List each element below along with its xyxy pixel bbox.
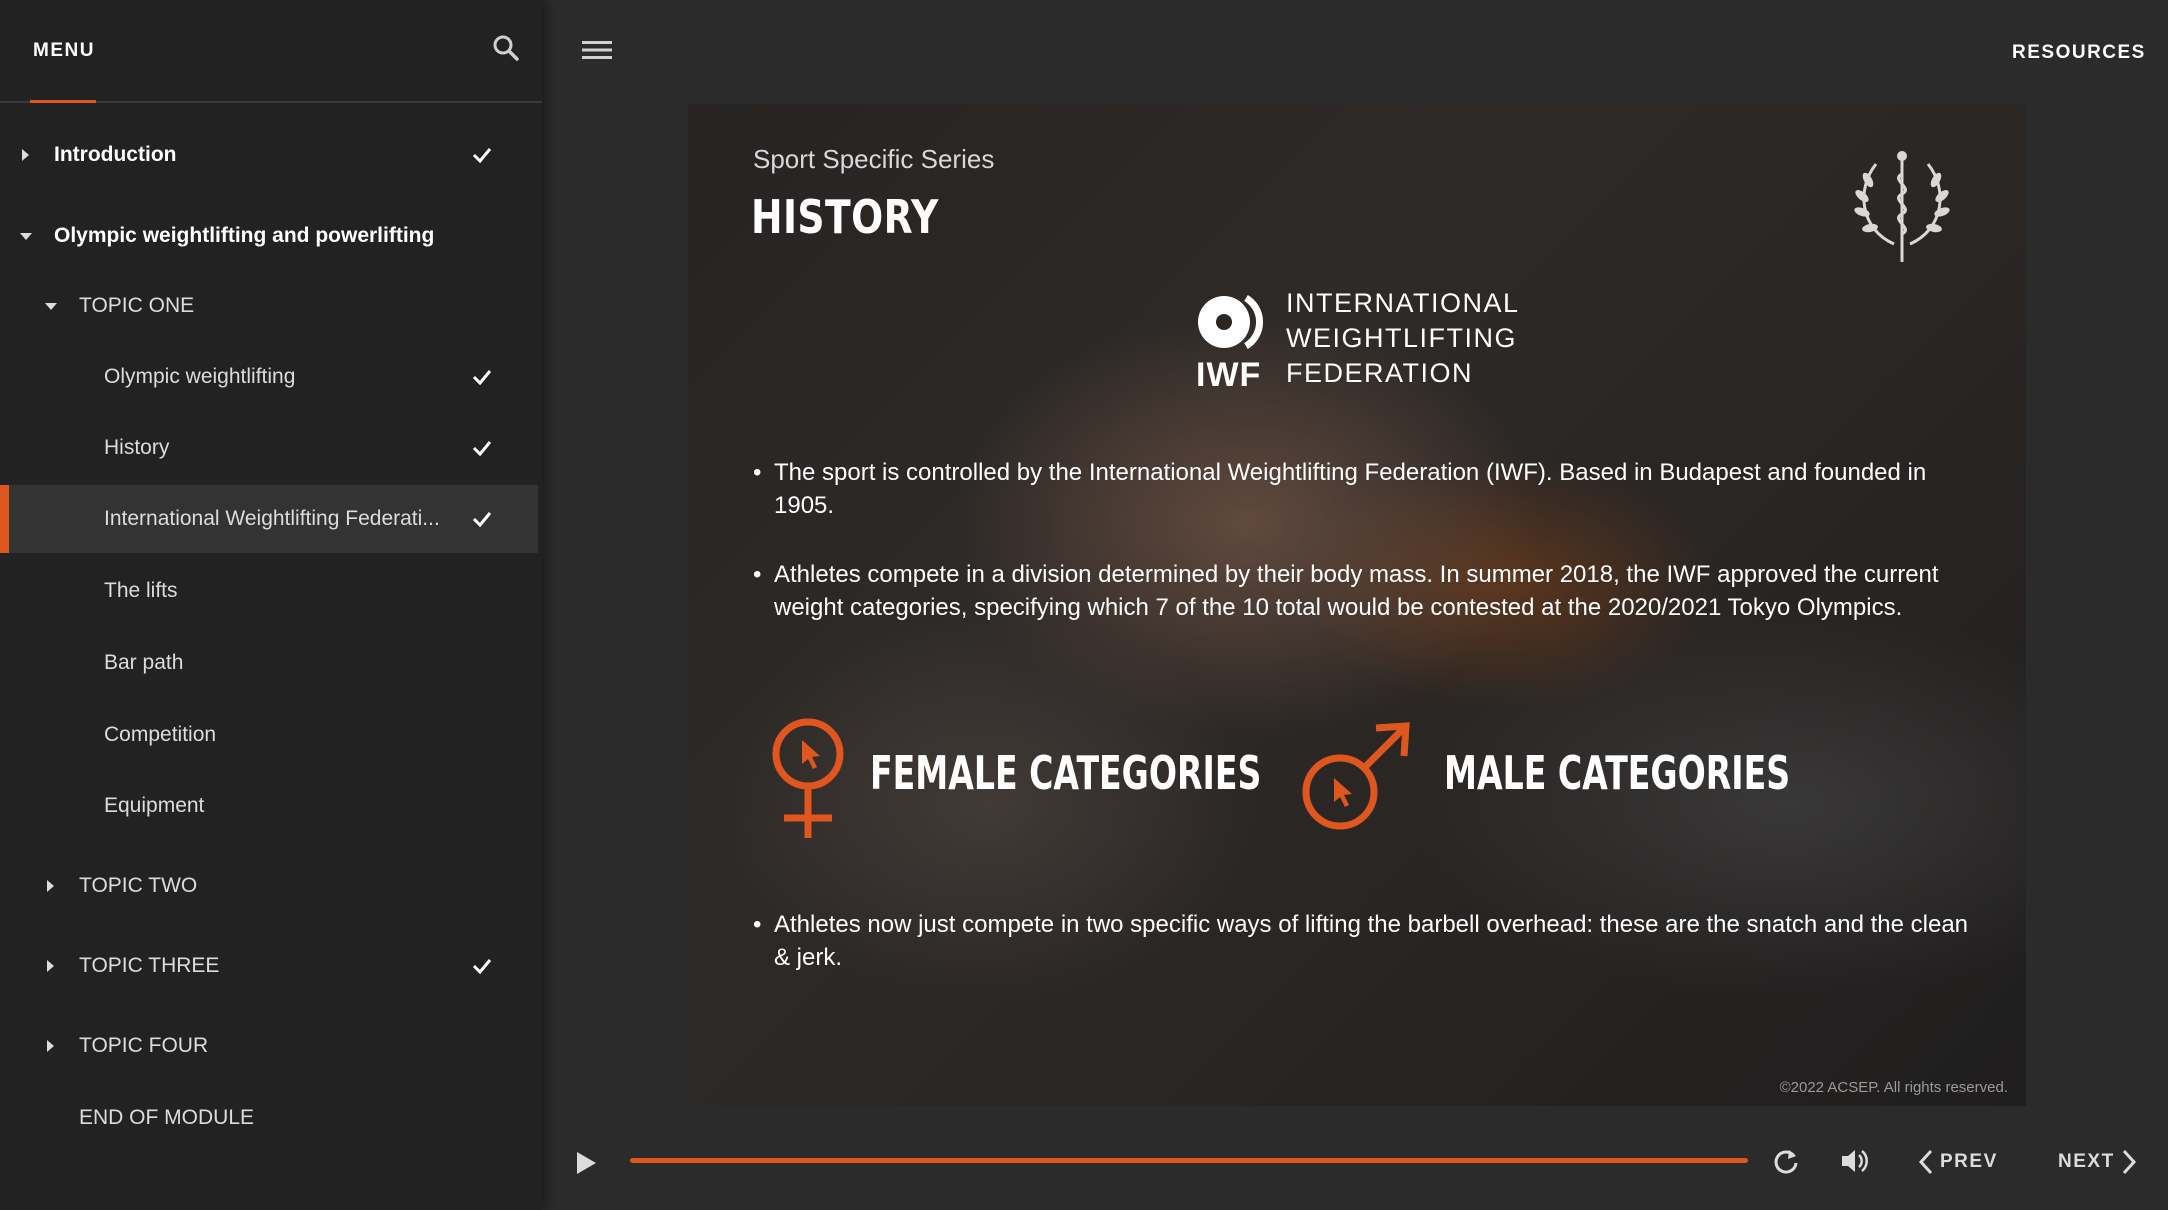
next-label: NEXT [2058,1151,2115,1172]
chevron-right-icon [2122,1149,2136,1175]
male-categories-button[interactable]: MALE CATEGORIES [1298,722,1790,842]
iwf-logo-mark-icon [1198,295,1264,349]
sidebar-item-topic-three[interactable]: TOPIC THREE [0,941,538,991]
sidebar-item-history[interactable]: History [0,423,538,473]
sidebar-item-label: Introduction [54,143,177,166]
menu-header: MENU [0,0,542,103]
sidebar-item-label: International Weightlifting Federati... [104,507,440,530]
male-categories-label: MALE CATEGORIES [1444,746,1791,800]
sidebar-item-label: Bar path [104,651,184,674]
sidebar-item-olympic-weightlifting[interactable]: Olympic weightlifting [0,352,538,402]
sidebar-item-end-of-module[interactable]: END OF MODULE [0,1093,538,1143]
play-icon[interactable] [574,1150,598,1176]
iwf-logo-line-1: INTERNATIONAL [1286,288,1520,318]
active-item-indicator [0,485,9,553]
caret-right-icon [47,960,54,972]
volume-icon[interactable] [1840,1147,1870,1175]
iwf-abbreviation: IWF [1196,356,1262,394]
sidebar-item-competition[interactable]: Competition [0,710,538,760]
caret-down-icon [45,302,57,310]
sidebar-item-label: History [104,436,170,459]
iwf-logo-line-3: FEDERATION [1286,358,1474,388]
progress-bar[interactable] [630,1158,1748,1163]
sidebar-item-label: TOPIC FOUR [79,1034,209,1057]
slide-series-label: Sport Specific Series [753,144,995,174]
chevron-left-icon [1918,1149,1933,1175]
checkmark-icon [472,148,492,164]
menu-title: MENU [33,40,95,61]
sidebar-item-label: Olympic weightlifting [104,365,296,388]
sidebar-item-international-weightlifting-federation[interactable]: International Weightlifting Federati... [0,485,538,553]
caret-right-icon [47,880,54,892]
iwf-logo-line-2: WEIGHTLIFTING [1286,323,1517,353]
sidebar-item-label: TOPIC THREE [79,954,220,977]
sidebar-item-olympic-weightlifting-and-powerlifting[interactable]: Olympic weightlifting and powerlifting [0,211,538,261]
prev-label: PREV [1940,1151,1998,1172]
hamburger-menu-icon[interactable] [582,40,612,60]
sidebar-item-label: END OF MODULE [79,1106,255,1129]
checkmark-icon [472,959,492,975]
female-symbol-icon [772,718,844,838]
sidebar-item-topic-one[interactable]: TOPIC ONE [0,281,538,331]
male-symbol-icon [1302,722,1410,830]
sidebar-item-label: Equipment [104,794,205,817]
caret-right-icon [22,149,29,161]
female-categories-button[interactable]: FEMALE CATEGORIES [768,714,1261,844]
iwf-logo: IWF INTERNATIONAL WEIGHTLIFTING FEDERATI… [1196,286,1526,396]
sidebar-item-topic-two[interactable]: TOPIC TWO [0,861,538,911]
slide-title: HISTORY [751,190,939,244]
sidebar-item-label: Competition [104,723,217,746]
sidebar-item-equipment[interactable]: Equipment [0,781,538,831]
sidebar-item-introduction[interactable]: Introduction [0,130,538,180]
caret-right-icon [47,1040,54,1052]
sidebar-item-label: Olympic weightlifting and powerlifting [54,224,435,247]
sidebar-item-label: TOPIC ONE [79,294,195,317]
caret-down-icon [20,232,32,240]
replay-icon[interactable] [1772,1147,1800,1175]
sidebar-item-the-lifts[interactable]: The lifts [0,566,538,616]
checkmark-icon [472,512,492,528]
laurel-caduceus-emblem-icon [1854,151,1950,262]
menu-tab-indicator [30,100,96,103]
sidebar-item-topic-four[interactable]: TOPIC FOUR [0,1021,538,1071]
sidebar-item-label: The lifts [104,579,178,602]
sidebar-menu: MENU Introduction Olympic weightlifting … [0,0,542,1210]
sidebar-item-bar-path[interactable]: Bar path [0,638,538,688]
checkmark-icon [472,370,492,386]
sidebar-item-label: TOPIC TWO [79,874,198,897]
prev-button[interactable]: PREV [1918,1147,1998,1177]
slide-content: Sport Specific Series HISTORY IWF INTERN… [688,104,2026,1106]
bullet-snatch-clean-jerk: Athletes now just compete in two specifi… [753,908,1983,974]
checkmark-icon [472,441,492,457]
next-button[interactable]: NEXT [2058,1147,2137,1177]
female-categories-label: FEMALE CATEGORIES [870,746,1262,800]
bullet-weight-categories: Athletes compete in a division determine… [753,558,1983,624]
search-icon[interactable] [491,33,521,63]
bullet-iwf-control: The sport is controlled by the Internati… [753,456,1983,522]
copyright-text: ©2022 ACSEP. All rights reserved. [1779,1079,2008,1096]
resources-button[interactable]: RESOURCES [2012,42,2146,64]
